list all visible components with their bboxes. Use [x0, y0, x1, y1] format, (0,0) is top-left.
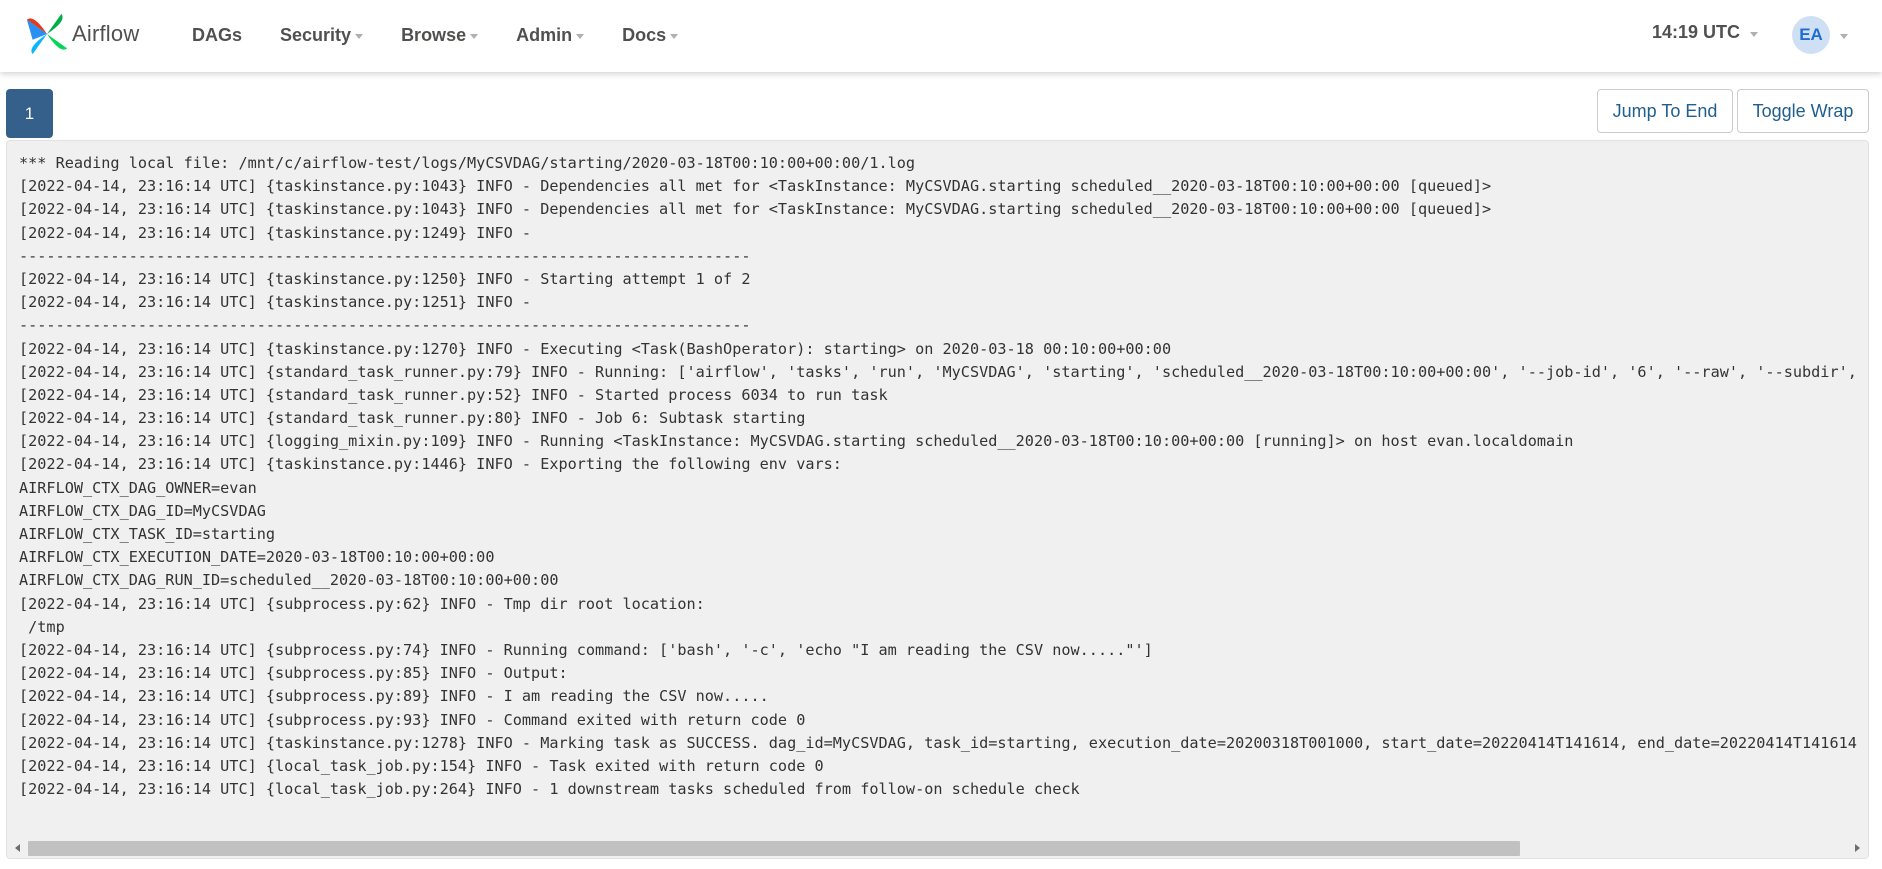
user-menu[interactable]: EA: [1792, 16, 1848, 54]
scroll-left-icon[interactable]: [15, 844, 20, 852]
nav-item-label: DAGs: [192, 24, 243, 45]
log-line: AIRFLOW_CTX_DAG_OWNER=evan: [19, 478, 257, 497]
log-text: *** Reading local file: /mnt/c/airflow-t…: [19, 152, 1869, 801]
avatar: EA: [1792, 16, 1830, 54]
log-line: [2022-04-14, 23:16:14 UTC] {taskinstance…: [19, 293, 541, 312]
log-line: /tmp: [19, 617, 65, 636]
log-line: [2022-04-14, 23:16:14 UTC] {taskinstance…: [19, 455, 842, 474]
log-line: [2022-04-14, 23:16:14 UTC] {local_task_j…: [19, 780, 1080, 799]
chevron-down-icon: [670, 34, 679, 39]
log-line: [2022-04-14, 23:16:14 UTC] {subprocess.p…: [19, 664, 568, 683]
nav-item-label: Admin: [516, 24, 573, 45]
log-output: *** Reading local file: /mnt/c/airflow-t…: [6, 140, 1869, 859]
log-line: AIRFLOW_CTX_DAG_RUN_ID=scheduled__2020-0…: [19, 571, 559, 590]
log-line: [2022-04-14, 23:16:14 UTC] {subprocess.p…: [19, 687, 769, 706]
nav-item-dags[interactable]: DAGs: [192, 25, 242, 46]
log-line: [2022-04-14, 23:16:14 UTC] {subprocess.p…: [19, 594, 714, 613]
scroll-right-icon[interactable]: [1855, 844, 1860, 852]
log-line: [2022-04-14, 23:16:14 UTC] {subprocess.p…: [19, 640, 1153, 659]
nav-item-browse[interactable]: Browse: [401, 24, 479, 46]
log-line: [2022-04-14, 23:16:14 UTC] {taskinstance…: [19, 339, 1172, 358]
log-line: [2022-04-14, 23:16:14 UTC] {taskinstance…: [19, 733, 1857, 752]
chevron-down-icon: [470, 34, 479, 39]
log-line: [2022-04-14, 23:16:14 UTC] {taskinstance…: [19, 223, 541, 242]
jump-to-end-button[interactable]: Jump To End: [1597, 89, 1733, 133]
log-line: [2022-04-14, 23:16:14 UTC] {taskinstance…: [19, 200, 1492, 219]
nav-item-label: Docs: [622, 24, 667, 45]
chevron-down-icon: [1750, 31, 1759, 37]
chevron-down-icon: [576, 34, 585, 39]
nav-item-label: Security: [280, 24, 352, 45]
log-line: AIRFLOW_CTX_EXECUTION_DATE=2020-03-18T00…: [19, 548, 495, 567]
log-line: ----------------------------------------…: [19, 316, 751, 335]
log-line: [2022-04-14, 23:16:14 UTC] {taskinstance…: [19, 269, 751, 288]
log-line: [2022-04-14, 23:16:14 UTC] {standard_tas…: [19, 409, 806, 428]
clock-time: 14:19 UTC: [1652, 22, 1741, 42]
nav-item-admin[interactable]: Admin: [516, 24, 585, 46]
log-line: [2022-04-14, 23:16:14 UTC] {standard_tas…: [19, 385, 888, 404]
log-line: [2022-04-14, 23:16:14 UTC] {subprocess.p…: [19, 710, 806, 729]
clock-dropdown[interactable]: 14:19 UTC: [1652, 22, 1759, 43]
log-attempt-tab[interactable]: 1: [6, 89, 53, 138]
nav-item-docs[interactable]: Docs: [622, 24, 679, 46]
log-line: AIRFLOW_CTX_DAG_ID=MyCSVDAG: [19, 501, 266, 520]
log-line: ----------------------------------------…: [19, 246, 751, 265]
chevron-down-icon: [355, 34, 364, 39]
chevron-down-icon: [1840, 34, 1848, 39]
log-line: [2022-04-14, 23:16:14 UTC] {standard_tas…: [19, 362, 1869, 381]
brand-name: Airflow: [72, 21, 140, 46]
airflow-logo-icon: [26, 13, 68, 55]
log-line: [2022-04-14, 23:16:14 UTC] {local_task_j…: [19, 756, 824, 775]
scrollbar-thumb[interactable]: [28, 841, 1520, 856]
nav-item-label: Browse: [401, 24, 467, 45]
brand-link[interactable]: Airflow: [24, 10, 139, 58]
log-line: [2022-04-14, 23:16:14 UTC] {taskinstance…: [19, 177, 1492, 196]
nav-item-security[interactable]: Security: [280, 24, 364, 46]
log-line: AIRFLOW_CTX_TASK_ID=starting: [19, 525, 276, 543]
top-navbar: Airflow DAGs Security Browse Admin Docs 14:1…: [0, 0, 1882, 72]
main-menu: DAGs Security Browse Admin Docs: [192, 0, 716, 70]
horizontal-scrollbar[interactable]: [7, 838, 1868, 858]
log-line: *** Reading local file: /mnt/c/airflow-t…: [19, 154, 916, 172]
log-line: [2022-04-14, 23:16:14 UTC] {logging_mixi…: [19, 432, 1574, 451]
toggle-wrap-button[interactable]: Toggle Wrap: [1737, 89, 1869, 133]
